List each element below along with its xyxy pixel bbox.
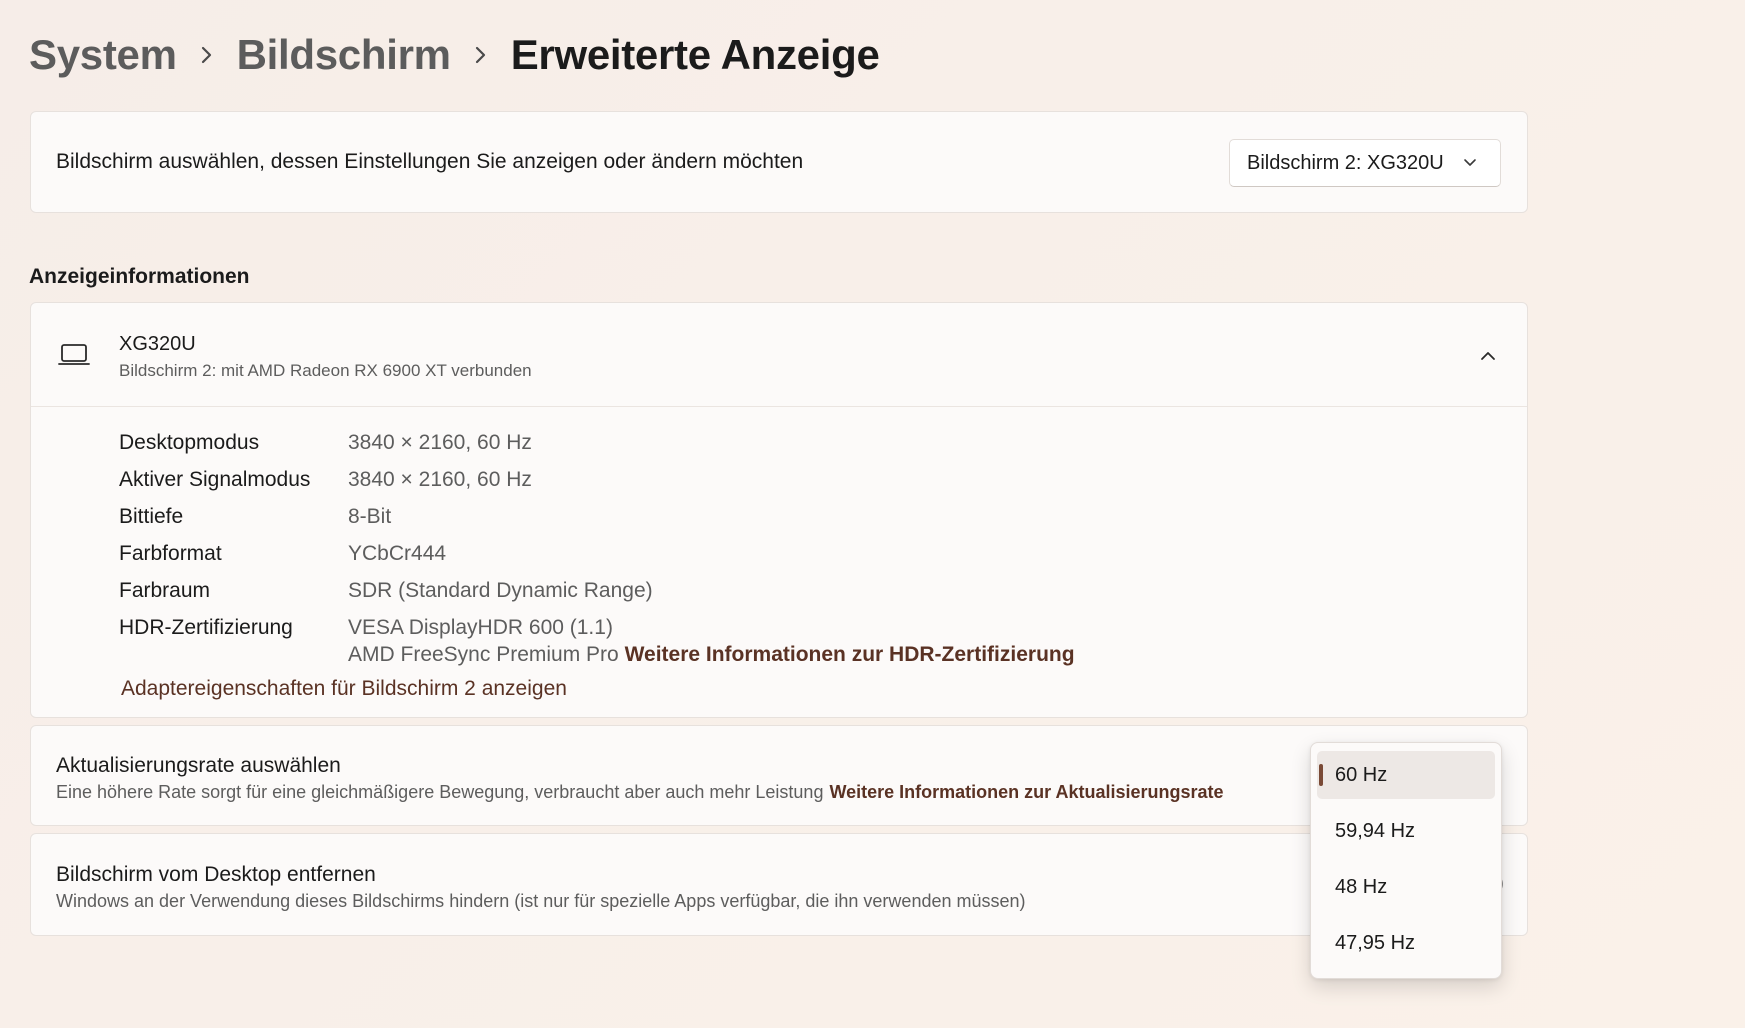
section-title: Anzeigeinformationen <box>29 265 250 288</box>
refresh-rate-description-text: Eine höhere Rate sorgt für eine gleichmä… <box>56 782 824 802</box>
chevron-down-icon <box>1464 159 1476 166</box>
info-key: Aktiver Signalmodus <box>119 467 311 491</box>
refresh-rate-info-link[interactable]: Weitere Informationen zur Aktualisierung… <box>829 782 1223 802</box>
refresh-rate-card: Aktualisierungsrate auswählen Eine höher… <box>30 725 1528 826</box>
breadcrumb: System Bildschirm Erweiterte Anzeige <box>29 28 880 82</box>
remove-display-title: Bildschirm vom Desktop entfernen <box>56 863 376 886</box>
info-row: Farbformat YCbCr444 <box>119 535 653 572</box>
hdr-info-link[interactable]: Weitere Informationen zur HDR-Zertifizie… <box>625 643 1075 666</box>
chevron-right-icon <box>451 45 511 65</box>
info-value: SDR (Standard Dynamic Range) <box>348 578 653 602</box>
breadcrumb-system[interactable]: System <box>29 31 177 79</box>
info-key: Farbformat <box>119 541 222 565</box>
info-key: Bittiefe <box>119 504 184 528</box>
breadcrumb-bildschirm[interactable]: Bildschirm <box>237 31 451 79</box>
remove-display-description: Windows an der Verwendung dieses Bildsch… <box>56 891 1026 911</box>
adapter-properties-link[interactable]: Adaptereigenschaften für Bildschirm 2 an… <box>121 677 567 701</box>
remove-display-card: Bildschirm vom Desktop entfernen Windows… <box>30 833 1528 936</box>
hdr-extra-line: AMD FreeSync Premium Pro Weitere Informa… <box>348 643 1075 667</box>
info-row: Aktiver Signalmodus 3840 × 2160, 60 Hz <box>119 461 653 498</box>
laptop-icon <box>58 344 90 365</box>
refresh-rate-option[interactable]: 47,95 Hz <box>1317 919 1495 967</box>
display-select-value: Bildschirm 2: XG320U <box>1247 151 1444 174</box>
refresh-rate-option[interactable]: 59,94 Hz <box>1317 807 1495 855</box>
display-subtitle: Bildschirm 2: mit AMD Radeon RX 6900 XT … <box>119 361 532 380</box>
refresh-rate-option[interactable]: 60 Hz <box>1317 751 1495 799</box>
info-key: Farbraum <box>119 578 211 602</box>
info-value: VESA DisplayHDR 600 (1.1) <box>348 615 613 639</box>
info-value: 3840 × 2160, 60 Hz <box>348 430 532 454</box>
display-info-header[interactable]: XG320U Bildschirm 2: mit AMD Radeon RX 6… <box>31 303 1527 407</box>
display-info-card: XG320U Bildschirm 2: mit AMD Radeon RX 6… <box>30 302 1528 718</box>
hdr-extra-value: AMD FreeSync Premium Pro <box>348 643 619 666</box>
display-select-dropdown[interactable]: Bildschirm 2: XG320U <box>1229 139 1501 187</box>
refresh-rate-description: Eine höhere Rate sorgt für eine gleichmä… <box>56 782 1224 803</box>
info-row: Bittiefe 8-Bit <box>119 498 653 535</box>
display-select-card: Bildschirm auswählen, dessen Einstellung… <box>30 111 1528 213</box>
display-info-rows: Desktopmodus 3840 × 2160, 60 Hz Aktiver … <box>119 424 1075 667</box>
info-row: HDR-Zertifizierung VESA DisplayHDR 600 (… <box>119 609 653 646</box>
refresh-rate-dropdown-menu: 60 Hz 59,94 Hz 48 Hz 47,95 Hz <box>1310 742 1502 979</box>
info-row: Desktopmodus 3840 × 2160, 60 Hz <box>119 424 653 461</box>
info-value: 8-Bit <box>348 504 392 528</box>
display-name: XG320U <box>119 333 196 355</box>
info-value: YCbCr444 <box>348 541 447 565</box>
info-key: Desktopmodus <box>119 430 260 454</box>
info-row: Farbraum SDR (Standard Dynamic Range) <box>119 572 653 609</box>
page-title: Erweiterte Anzeige <box>510 31 880 78</box>
display-select-label: Bildschirm auswählen, dessen Einstellung… <box>56 150 804 173</box>
chevron-up-icon[interactable] <box>1479 347 1497 365</box>
info-key: HDR-Zertifizierung <box>119 615 293 639</box>
refresh-rate-option[interactable]: 48 Hz <box>1317 863 1495 911</box>
info-value: 3840 × 2160, 60 Hz <box>348 467 532 491</box>
chevron-right-icon <box>177 45 237 65</box>
refresh-rate-title: Aktualisierungsrate auswählen <box>56 754 341 777</box>
